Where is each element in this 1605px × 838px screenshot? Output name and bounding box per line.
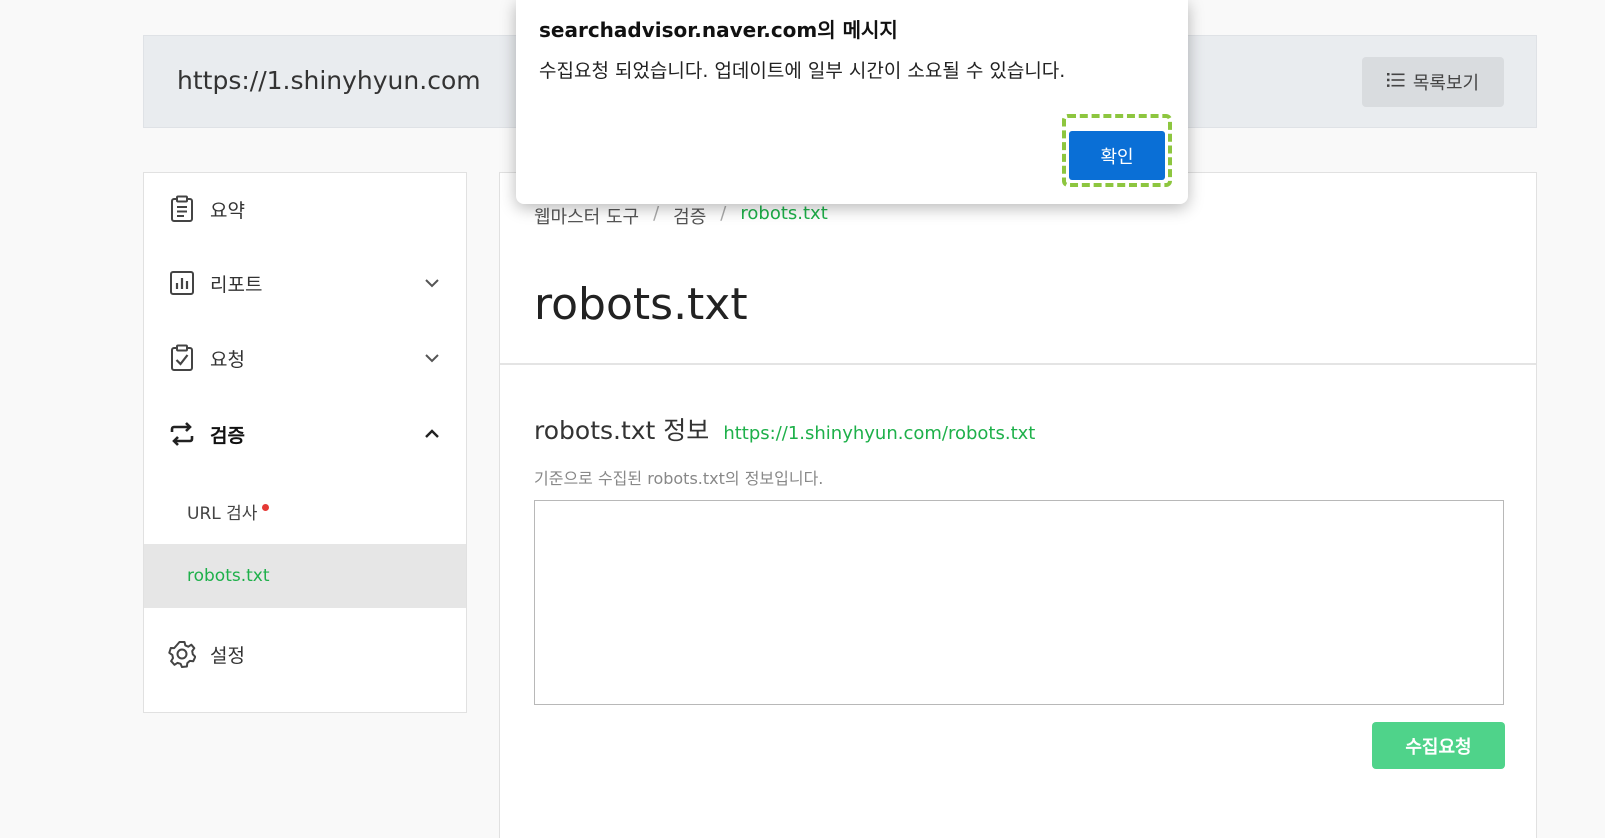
list-icon (1386, 72, 1405, 93)
clipboard-check-icon (168, 344, 196, 372)
robots-content-box[interactable] (534, 500, 1504, 705)
sidebar-item-label: 요약 (210, 199, 245, 222)
sidebar-item-report[interactable]: 리포트 (168, 261, 442, 305)
robots-info-heading: robots.txt 정보 https://1.shinyhyun.com/ro… (534, 411, 1035, 447)
sidebar-item-summary[interactable]: 요약 (168, 187, 442, 231)
sync-arrows-icon (168, 420, 196, 448)
collect-request-button[interactable]: 수집요청 (1372, 722, 1505, 769)
breadcrumb-separator: / (653, 203, 660, 224)
site-url: https://1.shinyhyun.com (177, 66, 481, 95)
sidebar-item-verify[interactable]: 검증 (168, 412, 442, 456)
dialog-message: 수집요청 되었습니다. 업데이트에 일부 시간이 소요될 수 있습니다. (539, 60, 1066, 82)
notification-dot (262, 503, 270, 511)
gear-icon (168, 640, 196, 668)
chevron-down-icon[interactable] (422, 348, 442, 368)
chevron-up-icon[interactable] (422, 424, 442, 444)
sidebar-item-label: 리포트 (210, 273, 263, 296)
sidebar-subitem-robots[interactable]: robots.txt (144, 544, 466, 608)
sidebar-item-label: 설정 (210, 644, 245, 667)
clipboard-icon (168, 195, 196, 223)
sidebar-subitem-label: URL 검사 (187, 503, 258, 524)
ok-button[interactable]: 확인 (1069, 131, 1165, 180)
list-view-label: 목록보기 (1412, 73, 1480, 94)
breadcrumb-current: robots.txt (740, 203, 828, 224)
chevron-down-icon[interactable] (422, 273, 442, 293)
sidebar-item-label: 요청 (210, 348, 245, 371)
sidebar-item-request[interactable]: 요청 (168, 336, 442, 380)
sidebar: 요약 리포트 요청 검증 URL 검사 robots.txt 설정 (143, 172, 467, 713)
main-panel: 웹마스터 도구 / 검증 / robots.txt robots.txt rob… (499, 172, 1537, 838)
alert-dialog: searchadvisor.naver.com의 메시지 수집요청 되었습니다.… (516, 0, 1188, 204)
breadcrumb: 웹마스터 도구 / 검증 / robots.txt (534, 203, 828, 229)
robots-info-title: robots.txt 정보 (534, 416, 710, 445)
sidebar-item-label: 검증 (210, 424, 245, 447)
dialog-title: searchadvisor.naver.com의 메시지 (539, 18, 898, 42)
breadcrumb-item[interactable]: 검증 (673, 203, 706, 229)
page-title: robots.txt (534, 279, 748, 330)
robots-info-description: 기준으로 수집된 robots.txt의 정보입니다. (534, 469, 824, 488)
divider (500, 363, 1536, 365)
robots-url-link[interactable]: https://1.shinyhyun.com/robots.txt (723, 423, 1035, 444)
sidebar-subitem-url-inspect[interactable]: URL 검사 (144, 479, 466, 543)
list-view-button[interactable]: 목록보기 (1362, 57, 1504, 107)
sidebar-subitem-label: robots.txt (187, 566, 270, 586)
breadcrumb-separator: / (720, 203, 727, 224)
bar-chart-icon (168, 269, 196, 297)
breadcrumb-item[interactable]: 웹마스터 도구 (534, 203, 639, 229)
sidebar-item-settings[interactable]: 설정 (168, 632, 442, 676)
